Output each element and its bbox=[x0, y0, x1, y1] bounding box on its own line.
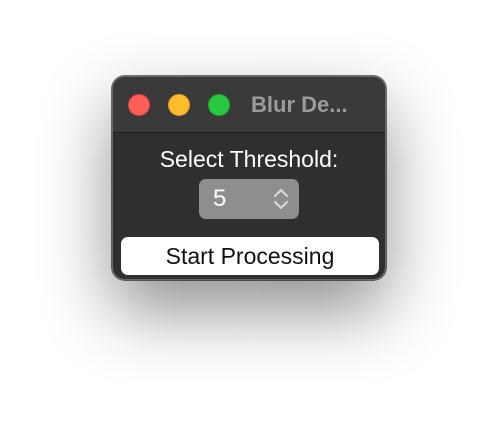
up-down-chevron-icon[interactable] bbox=[271, 187, 291, 211]
zoom-button[interactable] bbox=[208, 94, 230, 116]
app-window: Blur De... Select Threshold: 5 Start Pro… bbox=[112, 76, 386, 280]
threshold-label: Select Threshold: bbox=[159, 146, 339, 172]
window-title: Blur De... bbox=[251, 92, 348, 117]
minimize-button[interactable] bbox=[168, 94, 190, 116]
threshold-value[interactable]: 5 bbox=[213, 185, 226, 213]
title-bar[interactable]: Blur De... bbox=[113, 77, 385, 133]
close-button[interactable] bbox=[128, 94, 150, 116]
start-processing-button[interactable]: Start Processing bbox=[121, 237, 379, 275]
threshold-stepper[interactable]: 5 bbox=[199, 179, 299, 219]
